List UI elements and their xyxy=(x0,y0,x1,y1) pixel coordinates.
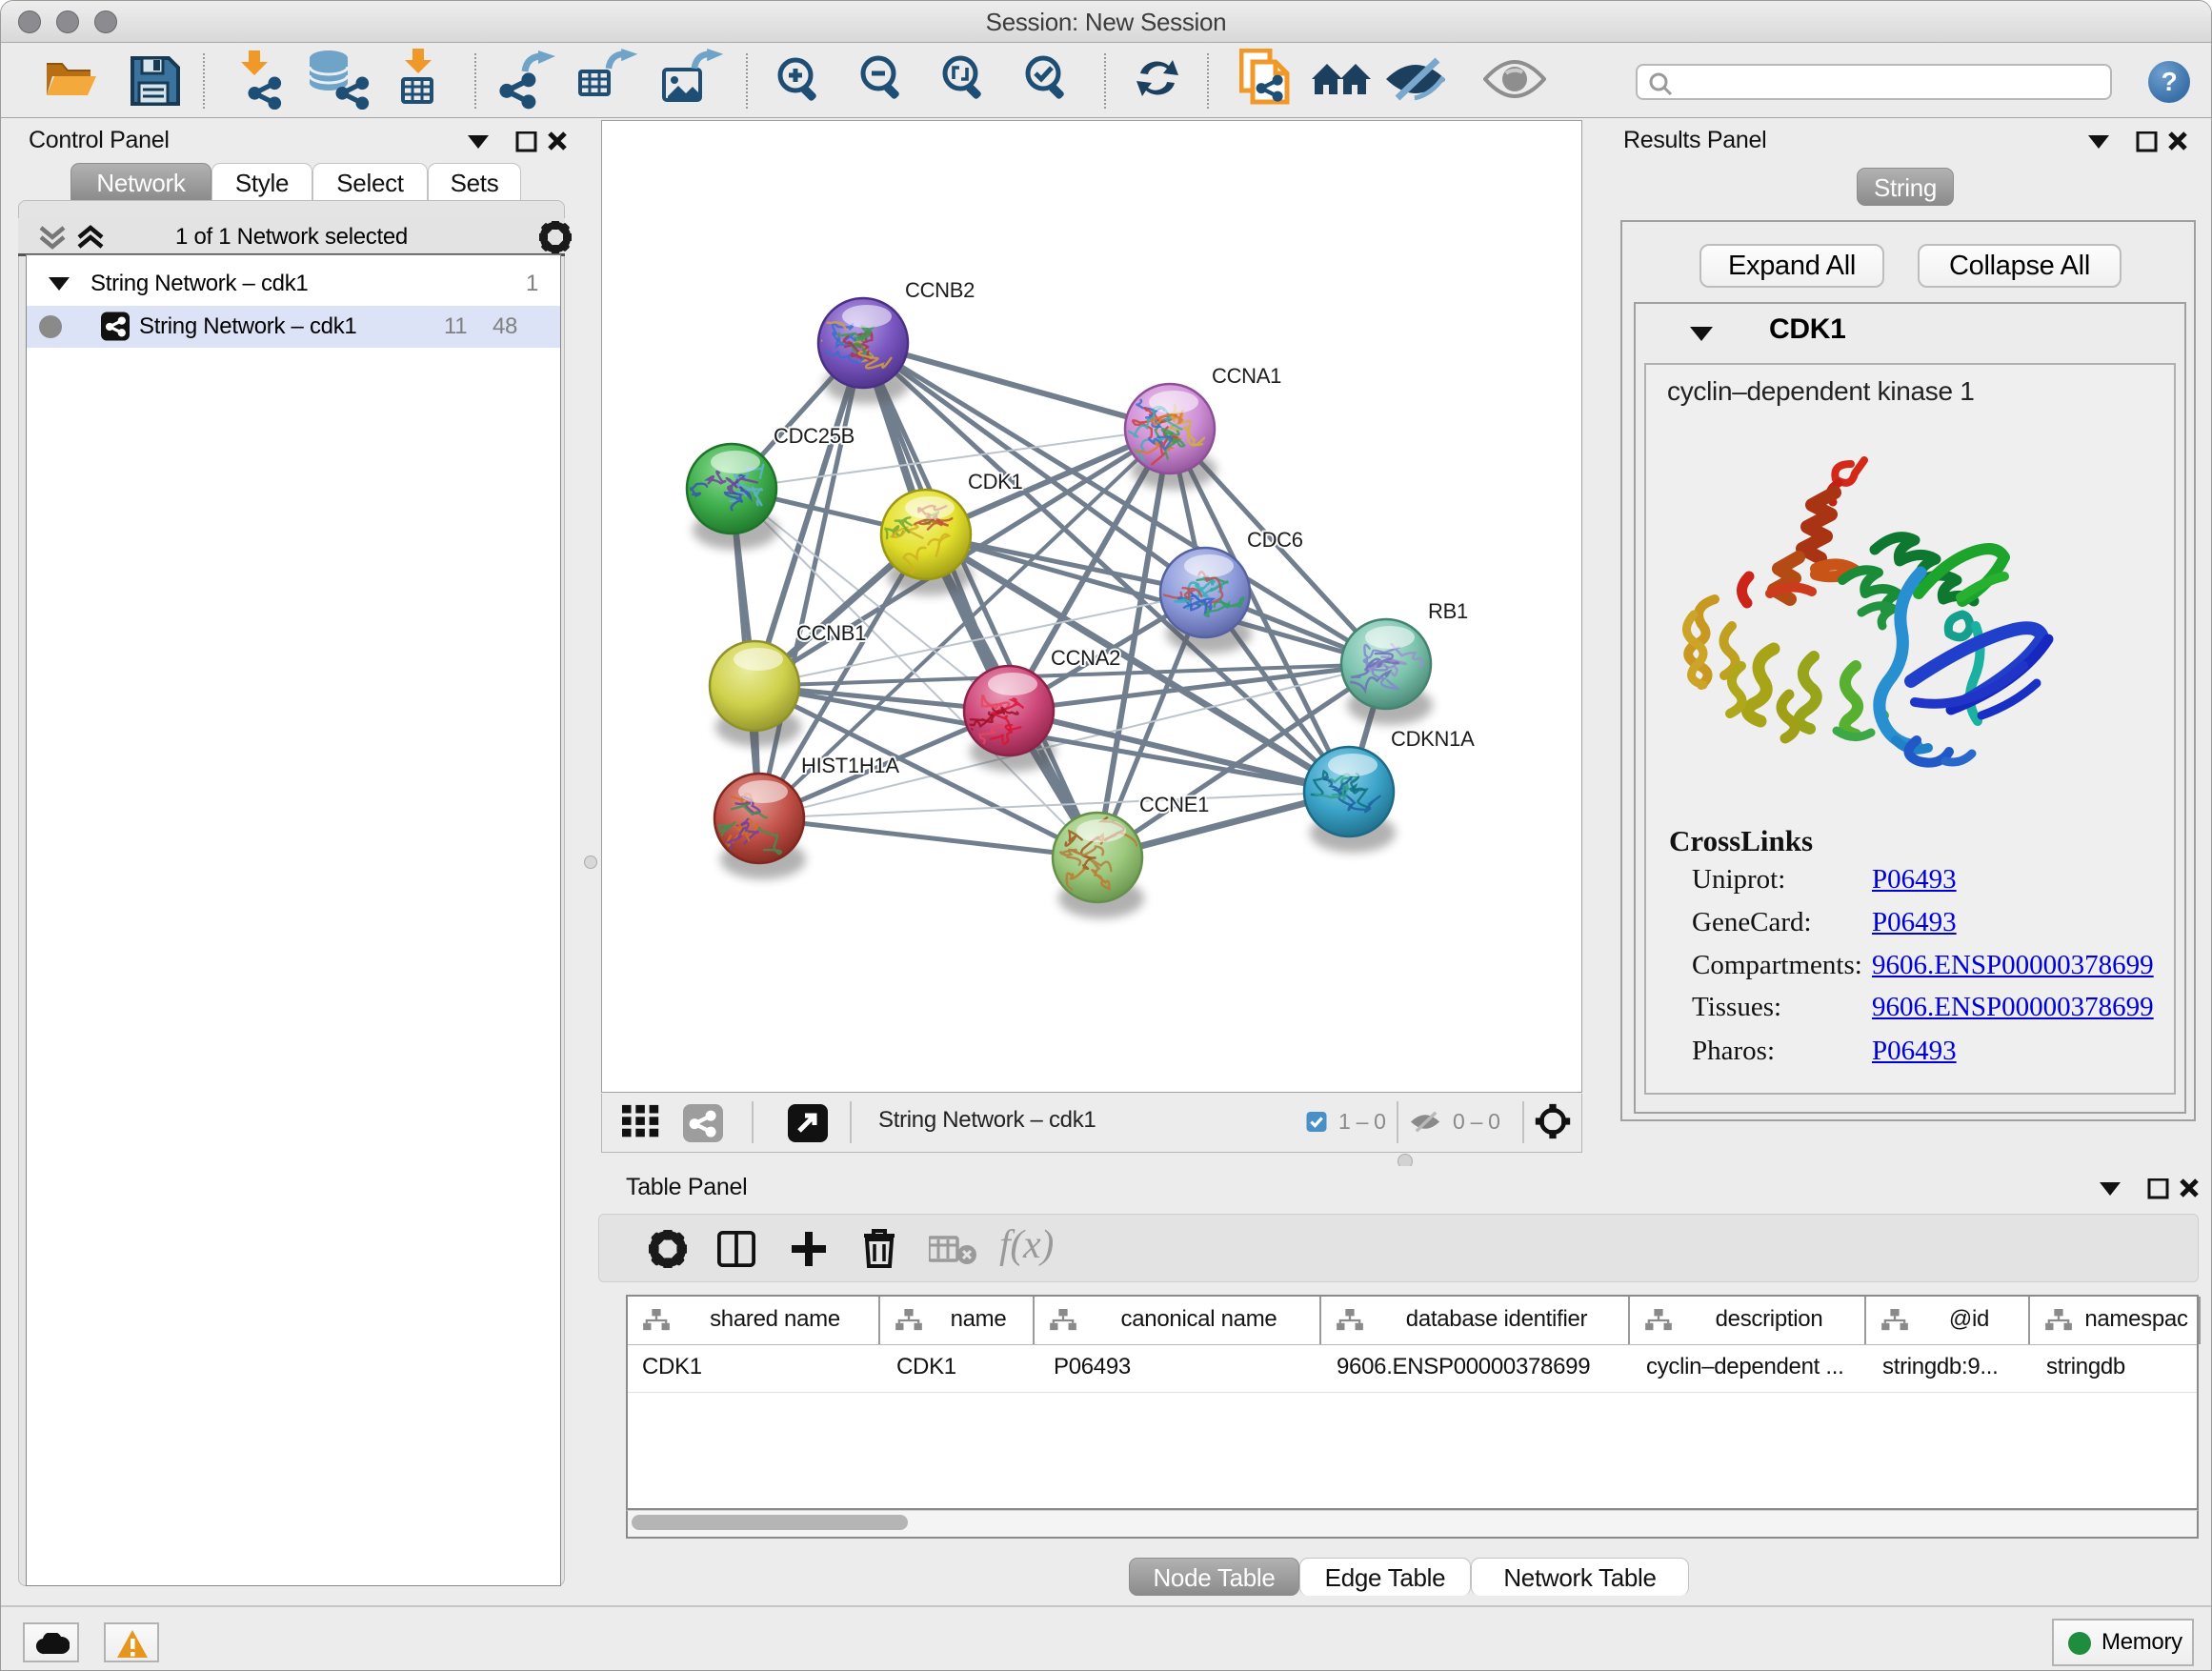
svg-text:CDC6: CDC6 xyxy=(1247,528,1303,552)
svg-text:HIST1H1A: HIST1H1A xyxy=(801,754,899,777)
svg-text:CCNB1: CCNB1 xyxy=(796,621,866,645)
svg-text:CCNB2: CCNB2 xyxy=(905,278,975,302)
svg-text:RB1: RB1 xyxy=(1428,599,1468,623)
svg-text:CDK1: CDK1 xyxy=(968,470,1023,493)
svg-text:CCNA1: CCNA1 xyxy=(1212,364,1281,388)
svg-text:CCNA2: CCNA2 xyxy=(1051,646,1120,670)
svg-text:CCNE1: CCNE1 xyxy=(1139,793,1209,816)
svg-text:CDKN1A: CDKN1A xyxy=(1391,727,1475,751)
svg-text:CDC25B: CDC25B xyxy=(774,424,855,448)
